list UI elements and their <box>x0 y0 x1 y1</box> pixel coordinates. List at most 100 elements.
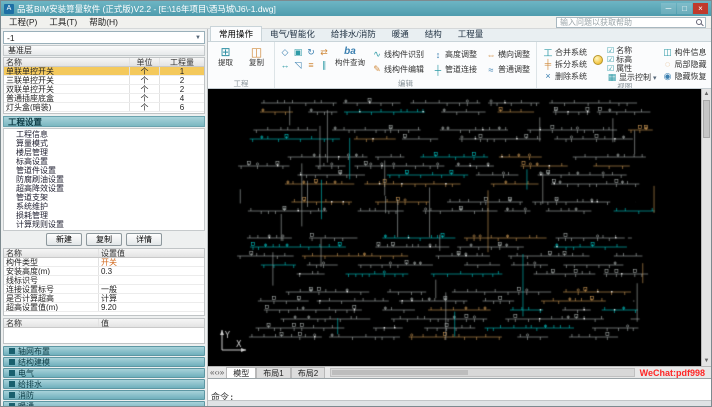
module-tab-3[interactable]: 给排水 <box>3 379 205 389</box>
settings-item-8[interactable]: 系统维护 <box>4 202 204 211</box>
bulb-wrap <box>593 55 603 65</box>
rotate-icon[interactable]: ↻ <box>305 46 317 59</box>
property-row-0[interactable]: 构件类型开关 <box>4 258 204 267</box>
mirror-icon[interactable]: ⇄ <box>318 46 330 59</box>
settings-item-5[interactable]: 防腐刷油设置 <box>4 175 204 184</box>
ribbon-view-system-2[interactable]: ×删除系统 <box>541 70 589 82</box>
menu-item-1[interactable]: 工具(T) <box>43 17 83 27</box>
help-search-box[interactable] <box>556 17 706 28</box>
ribbon-project-button-0[interactable]: ⊞提取 <box>212 45 239 67</box>
model-tab-2[interactable]: 布局2 <box>291 367 325 378</box>
vertical-scrollbar[interactable]: ▲ ▼ <box>701 89 711 366</box>
ribbon-edit-button-1[interactable]: ✎线构件编辑 <box>370 62 426 77</box>
ribbon-edit-button-2[interactable]: ↕高度调整 <box>431 47 479 62</box>
ribbon-view-tool-2[interactable]: ◉隐藏恢复 <box>661 70 709 82</box>
module-tab-0[interactable]: 轴网布置 <box>3 346 205 356</box>
property-grid-empty <box>4 312 204 315</box>
copy-small-icon[interactable]: ▣ <box>292 46 304 59</box>
align-icon[interactable]: ≡ <box>305 59 317 72</box>
tab-nav-icon-3[interactable]: » <box>220 368 224 377</box>
component-row-2[interactable]: 双联单控开关个2 <box>4 85 204 94</box>
component-row-3[interactable]: 普通插座底盒个4 <box>4 94 204 103</box>
horizontal-scrollbar-thumb[interactable] <box>332 370 468 375</box>
right-area: 常用操作电气/智能化给排水/消防暖通结构工程量 ⊞提取◫复制 工程 ◇▣↻⇄↔◹… <box>208 29 711 406</box>
scroll-down-icon[interactable]: ▼ <box>704 357 710 365</box>
floor-select-value: -1 <box>7 33 15 43</box>
bulb-icon[interactable] <box>593 55 603 65</box>
scroll-up-icon[interactable]: ▲ <box>704 90 710 98</box>
module-tab-1[interactable]: 结构建模 <box>3 357 205 367</box>
property-row-1[interactable]: 安装高度(m)0.3 <box>4 267 204 276</box>
ribbon-tab-0[interactable]: 常用操作 <box>210 26 262 41</box>
property-grid-header: 名称设置值 <box>4 249 204 258</box>
component-row-1[interactable]: 三联单控开关个2 <box>4 76 204 85</box>
line-identify-icon: ∿ <box>372 49 382 60</box>
property-row-3[interactable]: 连接设置标号一般 <box>4 285 204 294</box>
property-row-4[interactable]: 是否计算超高计算 <box>4 294 204 303</box>
display-control-button[interactable]: ▦显示控制▾ <box>607 73 657 82</box>
menu-items: 工程(P)工具(T)帮助(H) <box>3 16 124 28</box>
cad-drawing[interactable] <box>208 89 701 366</box>
ribbon-edit-button-3[interactable]: ┼管道连接 <box>431 62 479 77</box>
settings-item-10[interactable]: 计算规则设置 <box>4 220 204 229</box>
close-button[interactable]: × <box>693 3 708 14</box>
ribbon-tab-5[interactable]: 工程量 <box>450 27 492 41</box>
model-tab-0[interactable]: 模型 <box>226 367 256 378</box>
panel-button-0[interactable]: 新建 <box>46 233 82 246</box>
module-tab-2[interactable]: 电气 <box>3 368 205 378</box>
ribbon-view-tool-0[interactable]: ◫构件信息 <box>661 46 709 58</box>
ribbon-edit-button-5[interactable]: ≈普通调整 <box>484 62 532 77</box>
secondary-col-header-1: 值 <box>99 319 204 327</box>
menu-item-0[interactable]: 工程(P) <box>3 17 43 27</box>
minimize-button[interactable]: ─ <box>661 3 676 14</box>
move-icon[interactable]: ◇ <box>279 46 291 59</box>
scale-icon[interactable]: ◹ <box>292 59 304 72</box>
ribbon-tab-1[interactable]: 电气/智能化 <box>262 27 323 41</box>
component-row-0[interactable]: 单联单控开关个1 <box>4 67 204 76</box>
maximize-button[interactable]: □ <box>677 3 692 14</box>
settings-item-9[interactable]: 损耗管理 <box>4 211 204 220</box>
merge-system-icon: 工 <box>543 46 553 59</box>
horizontal-scrollbar[interactable] <box>330 368 635 377</box>
settings-item-3[interactable]: 标高设置 <box>4 157 204 166</box>
ribbon-tab-2[interactable]: 给排水/消防 <box>323 27 384 41</box>
vertical-scrollbar-thumb[interactable] <box>703 100 710 138</box>
view-toggles: ☑名称☑标高☑属性▦显示控制▾ <box>607 46 657 82</box>
module-tab-5[interactable]: 暖通 <box>3 401 205 406</box>
module-tab-4[interactable]: 消防 <box>3 390 205 400</box>
help-search-input[interactable] <box>560 18 694 27</box>
offset-icon[interactable]: ∥ <box>318 59 330 72</box>
model-tab-1[interactable]: 布局1 <box>256 367 290 378</box>
property-row-2[interactable]: 线标识号 <box>4 276 204 285</box>
module-tabs: 轴网布置结构建模电气给排水消防暖通 <box>3 346 205 406</box>
command-line-area[interactable]: 命令: <box>208 378 711 400</box>
settings-item-1[interactable]: 算量模式 <box>4 139 204 148</box>
ribbon-tab-4[interactable]: 结构 <box>417 27 450 41</box>
ribbon-view-system-0[interactable]: 工合并系统 <box>541 46 589 58</box>
settings-item-7[interactable]: 管道支架 <box>4 193 204 202</box>
floor-select[interactable]: -1 ▼ <box>3 31 205 44</box>
panel-button-1[interactable]: 复制 <box>86 233 122 246</box>
settings-item-4[interactable]: 管道件设置 <box>4 166 204 175</box>
app-window: A 品茗BIM安装算量软件 (正式版)V2.2 - [E:\16年项目\酒马城\… <box>0 0 712 407</box>
ribbon-project-button-1[interactable]: ◫复制 <box>243 45 270 67</box>
settings-item-6[interactable]: 超高降效设置 <box>4 184 204 193</box>
base-layer-tab[interactable]: 基准层 <box>3 45 205 56</box>
ribbon-edit-button-4[interactable]: ⇔横向调整 <box>484 47 532 62</box>
ribbon-view-tool-1[interactable]: ◌局部隐藏 <box>661 58 709 70</box>
component-table-header: 名称单位工程量 <box>4 58 204 67</box>
drawing-canvas[interactable] <box>208 89 701 366</box>
command-prompt[interactable]: 命令: <box>211 390 708 400</box>
settings-item-2[interactable]: 楼层管理 <box>4 148 204 157</box>
component-query-button[interactable]: ba构件查询 <box>334 45 366 67</box>
ribbon-view-system-1[interactable]: ╪拆分系统 <box>541 58 589 70</box>
main-body: -1 ▼ 基准层 名称单位工程量 单联单控开关个1三联单控开关个2双联单控开关个… <box>1 29 711 406</box>
property-row-5[interactable]: 超高设置值(m)9.20 <box>4 303 204 312</box>
component-row-4[interactable]: 灯头盒(暗装)个6 <box>4 103 204 112</box>
ribbon-tab-3[interactable]: 暖通 <box>384 27 417 41</box>
settings-item-0[interactable]: 工程信息 <box>4 130 204 139</box>
stretch-icon[interactable]: ↔ <box>279 59 291 72</box>
panel-button-2[interactable]: 详情 <box>126 233 162 246</box>
ribbon-edit-button-0[interactable]: ∿线构件识别 <box>370 47 426 62</box>
menu-item-2[interactable]: 帮助(H) <box>83 17 124 27</box>
